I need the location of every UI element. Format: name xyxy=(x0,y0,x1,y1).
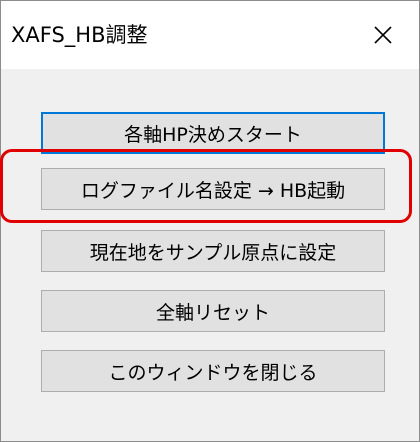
start-hp-setting-label: 各軸HP決めスタート xyxy=(124,123,302,146)
set-origin-label: 現在地をサンプル原点に設定 xyxy=(89,241,337,264)
close-window-button[interactable]: このウィンドウを閉じる xyxy=(41,350,385,392)
close-window-label: このウィンドウを閉じる xyxy=(108,361,318,384)
set-logfile-start-hb-label: ログファイル名設定 → HB起動 xyxy=(80,179,346,202)
close-icon xyxy=(373,25,393,45)
close-button[interactable] xyxy=(355,11,411,59)
title-bar[interactable]: XAFS_HB調整 xyxy=(1,1,419,69)
set-origin-button[interactable]: 現在地をサンプル原点に設定 xyxy=(41,230,385,272)
set-logfile-start-hb-button[interactable]: ログファイル名設定 → HB起動 xyxy=(41,168,385,210)
reset-all-axes-label: 全軸リセット xyxy=(155,301,270,324)
window-title: XAFS_HB調整 xyxy=(11,23,148,47)
dialog-window: XAFS_HB調整 各軸HP決めスタート ログファイル名設定 → HB起動 現在… xyxy=(0,0,420,442)
reset-all-axes-button[interactable]: 全軸リセット xyxy=(41,290,385,332)
start-hp-setting-button[interactable]: 各軸HP決めスタート xyxy=(41,112,385,154)
